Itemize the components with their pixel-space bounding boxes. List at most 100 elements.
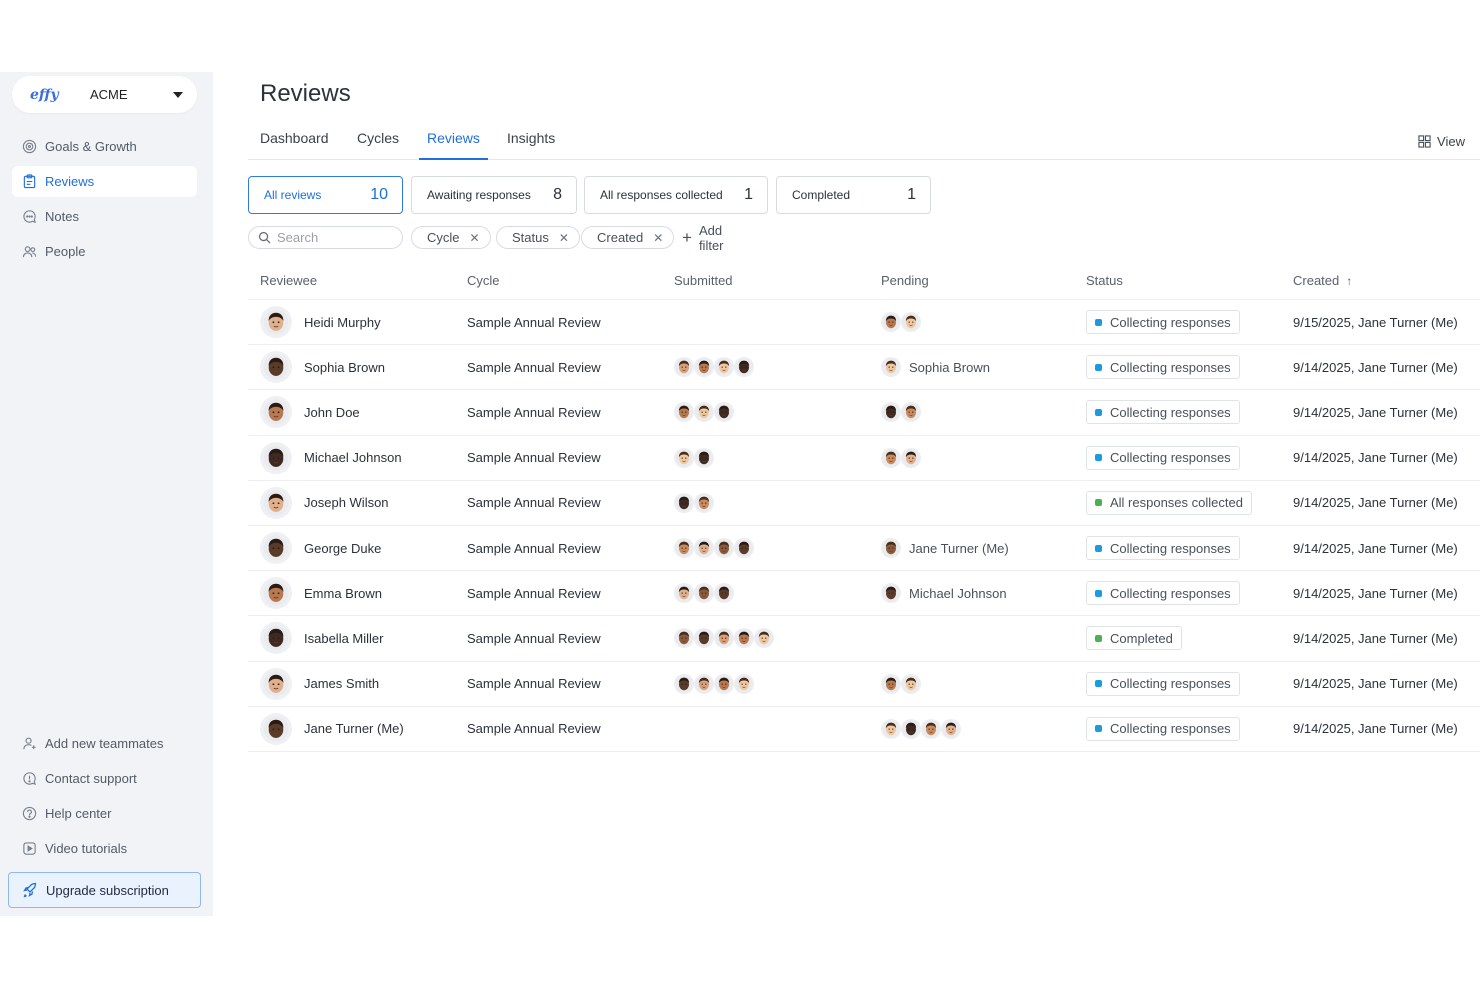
view-button[interactable]: View bbox=[1418, 134, 1465, 149]
table-row[interactable]: Michael Johnson Sample Annual Review Colle… bbox=[248, 436, 1480, 481]
col-status[interactable]: Status bbox=[1076, 273, 1283, 288]
reviewee-name[interactable]: James Smith bbox=[304, 676, 379, 691]
pending-avatar[interactable] bbox=[901, 402, 921, 423]
pending-avatar[interactable] bbox=[881, 538, 901, 559]
status-dot-icon bbox=[1095, 544, 1102, 552]
pending-avatar[interactable] bbox=[881, 718, 901, 739]
reviewee-name[interactable]: John Doe bbox=[304, 405, 360, 420]
reviewee-name[interactable]: Michael Johnson bbox=[304, 450, 402, 465]
submitted-avatar[interactable] bbox=[674, 583, 694, 604]
pending-avatar[interactable] bbox=[941, 718, 961, 739]
submitted-avatar[interactable] bbox=[694, 673, 714, 694]
sidebar-item-help-center[interactable]: Help center bbox=[12, 798, 197, 829]
close-icon[interactable]: ✕ bbox=[470, 231, 480, 245]
submitted-avatar[interactable] bbox=[694, 538, 714, 559]
pending-avatar[interactable] bbox=[881, 583, 901, 604]
status-label: Collecting responses bbox=[1110, 721, 1231, 737]
filter-chip-cycle[interactable]: Cycle ✕ bbox=[411, 226, 491, 249]
submitted-avatar[interactable] bbox=[694, 492, 714, 513]
pending-avatar[interactable] bbox=[881, 447, 901, 468]
submitted-avatar[interactable] bbox=[754, 628, 774, 649]
submitted-avatar[interactable] bbox=[674, 447, 694, 468]
col-pending[interactable]: Pending bbox=[869, 273, 1076, 288]
reviewee-name[interactable]: Emma Brown bbox=[304, 586, 382, 601]
close-icon[interactable]: ✕ bbox=[559, 231, 569, 245]
submitted-avatar[interactable] bbox=[694, 628, 714, 649]
close-icon[interactable]: ✕ bbox=[653, 231, 663, 245]
submitted-avatar[interactable] bbox=[674, 402, 694, 423]
tab-cycles[interactable]: Cycles bbox=[349, 121, 407, 160]
sidebar-item-people[interactable]: People bbox=[12, 236, 197, 267]
submitted-avatar[interactable] bbox=[674, 357, 694, 378]
submitted-avatar[interactable] bbox=[694, 447, 714, 468]
submitted-avatar[interactable] bbox=[674, 538, 694, 559]
pending-avatar[interactable] bbox=[881, 357, 901, 378]
submitted-avatar[interactable] bbox=[714, 402, 734, 423]
col-created[interactable]: Created ↑ bbox=[1283, 273, 1480, 288]
table-row[interactable]: James Smith Sample Annual Review Collectin… bbox=[248, 662, 1480, 707]
sidebar-item-contact-support[interactable]: Contact support bbox=[12, 763, 197, 794]
reviewee-name[interactable]: Jane Turner (Me) bbox=[304, 721, 404, 736]
card-all-responses-collected[interactable]: All responses collected 1 bbox=[584, 176, 768, 214]
col-submitted[interactable]: Submitted bbox=[662, 273, 869, 288]
table-row[interactable]: George Duke Sample Annual Review Jane Turn… bbox=[248, 526, 1480, 572]
table-row[interactable]: Joseph Wilson Sample Annual Review All res… bbox=[248, 481, 1480, 526]
submitted-avatar[interactable] bbox=[734, 357, 754, 378]
submitted-avatar[interactable] bbox=[714, 538, 734, 559]
org-switcher[interactable]: effy ACME bbox=[12, 76, 197, 113]
tab-reviews[interactable]: Reviews bbox=[419, 121, 488, 160]
submitted-avatar[interactable] bbox=[674, 673, 694, 694]
pending-avatar[interactable] bbox=[901, 447, 921, 468]
pending-avatar[interactable] bbox=[901, 718, 921, 739]
col-reviewee[interactable]: Reviewee bbox=[248, 273, 455, 288]
submitted-avatar[interactable] bbox=[714, 583, 734, 604]
submitted-avatar[interactable] bbox=[714, 357, 734, 378]
submitted-avatar[interactable] bbox=[694, 583, 714, 604]
reviewee-name[interactable]: Joseph Wilson bbox=[304, 495, 389, 510]
table-row[interactable]: Jane Turner (Me) Sample Annual Review Coll… bbox=[248, 707, 1480, 752]
cell-created: 9/14/2025, Jane Turner (Me) bbox=[1293, 585, 1458, 601]
pending-avatar[interactable] bbox=[881, 402, 901, 423]
filter-chip-status[interactable]: Status ✕ bbox=[496, 226, 580, 249]
card-awaiting-responses[interactable]: Awaiting responses 8 bbox=[411, 176, 577, 214]
upgrade-subscription-button[interactable]: Upgrade subscription bbox=[8, 872, 201, 908]
reviewee-name[interactable]: Isabella Miller bbox=[304, 631, 383, 646]
table-row[interactable]: Isabella Miller Sample Annual Review Compl… bbox=[248, 616, 1480, 662]
table-row[interactable]: Heidi Murphy Sample Annual Review Collecti… bbox=[248, 300, 1480, 346]
table-row[interactable]: Emma Brown Sample Annual Review Michael Jo… bbox=[248, 571, 1480, 617]
submitted-avatar[interactable] bbox=[714, 628, 734, 649]
search-input[interactable] bbox=[277, 230, 397, 245]
col-cycle[interactable]: Cycle bbox=[455, 273, 662, 288]
table-row[interactable]: John Doe Sample Annual Review Collecting r… bbox=[248, 390, 1480, 436]
submitted-avatar[interactable] bbox=[674, 628, 694, 649]
filter-chip-created[interactable]: Created ✕ bbox=[581, 226, 675, 249]
submitted-avatar[interactable] bbox=[674, 492, 694, 513]
reviewee-name[interactable]: Sophia Brown bbox=[304, 360, 385, 375]
reviewee-name[interactable]: Heidi Murphy bbox=[304, 315, 381, 330]
sidebar-item-reviews[interactable]: Reviews bbox=[12, 166, 197, 197]
card-all-reviews[interactable]: All reviews 10 bbox=[248, 176, 403, 214]
sidebar-item-video-tutorials[interactable]: Video tutorials bbox=[12, 833, 197, 864]
submitted-avatar[interactable] bbox=[734, 538, 754, 559]
submitted-avatar[interactable] bbox=[734, 673, 754, 694]
reviewee-name[interactable]: George Duke bbox=[304, 541, 381, 556]
tab-dashboard[interactable]: Dashboard bbox=[252, 121, 337, 160]
card-completed[interactable]: Completed 1 bbox=[776, 176, 931, 214]
submitted-avatar[interactable] bbox=[694, 402, 714, 423]
pending-avatar[interactable] bbox=[901, 312, 921, 333]
pending-avatar[interactable] bbox=[901, 673, 921, 694]
submitted-avatar[interactable] bbox=[694, 357, 714, 378]
tab-insights[interactable]: Insights bbox=[499, 121, 563, 160]
sidebar-item-add-teammates[interactable]: Add new teammates bbox=[12, 728, 197, 759]
pending-avatar[interactable] bbox=[881, 312, 901, 333]
submitted-avatar[interactable] bbox=[714, 673, 734, 694]
table-row[interactable]: Sophia Brown Sample Annual Review Sophia B… bbox=[248, 345, 1480, 391]
pending-avatar[interactable] bbox=[881, 673, 901, 694]
sidebar-item-notes[interactable]: Notes bbox=[12, 201, 197, 232]
submitted-avatar[interactable] bbox=[734, 628, 754, 649]
sidebar-item-goals[interactable]: Goals & Growth bbox=[12, 131, 197, 162]
pending-avatar[interactable] bbox=[921, 718, 941, 739]
status-label: Collecting responses bbox=[1110, 585, 1231, 601]
add-filter-button[interactable]: + Add filter bbox=[682, 223, 724, 253]
rocket-icon bbox=[22, 882, 38, 898]
